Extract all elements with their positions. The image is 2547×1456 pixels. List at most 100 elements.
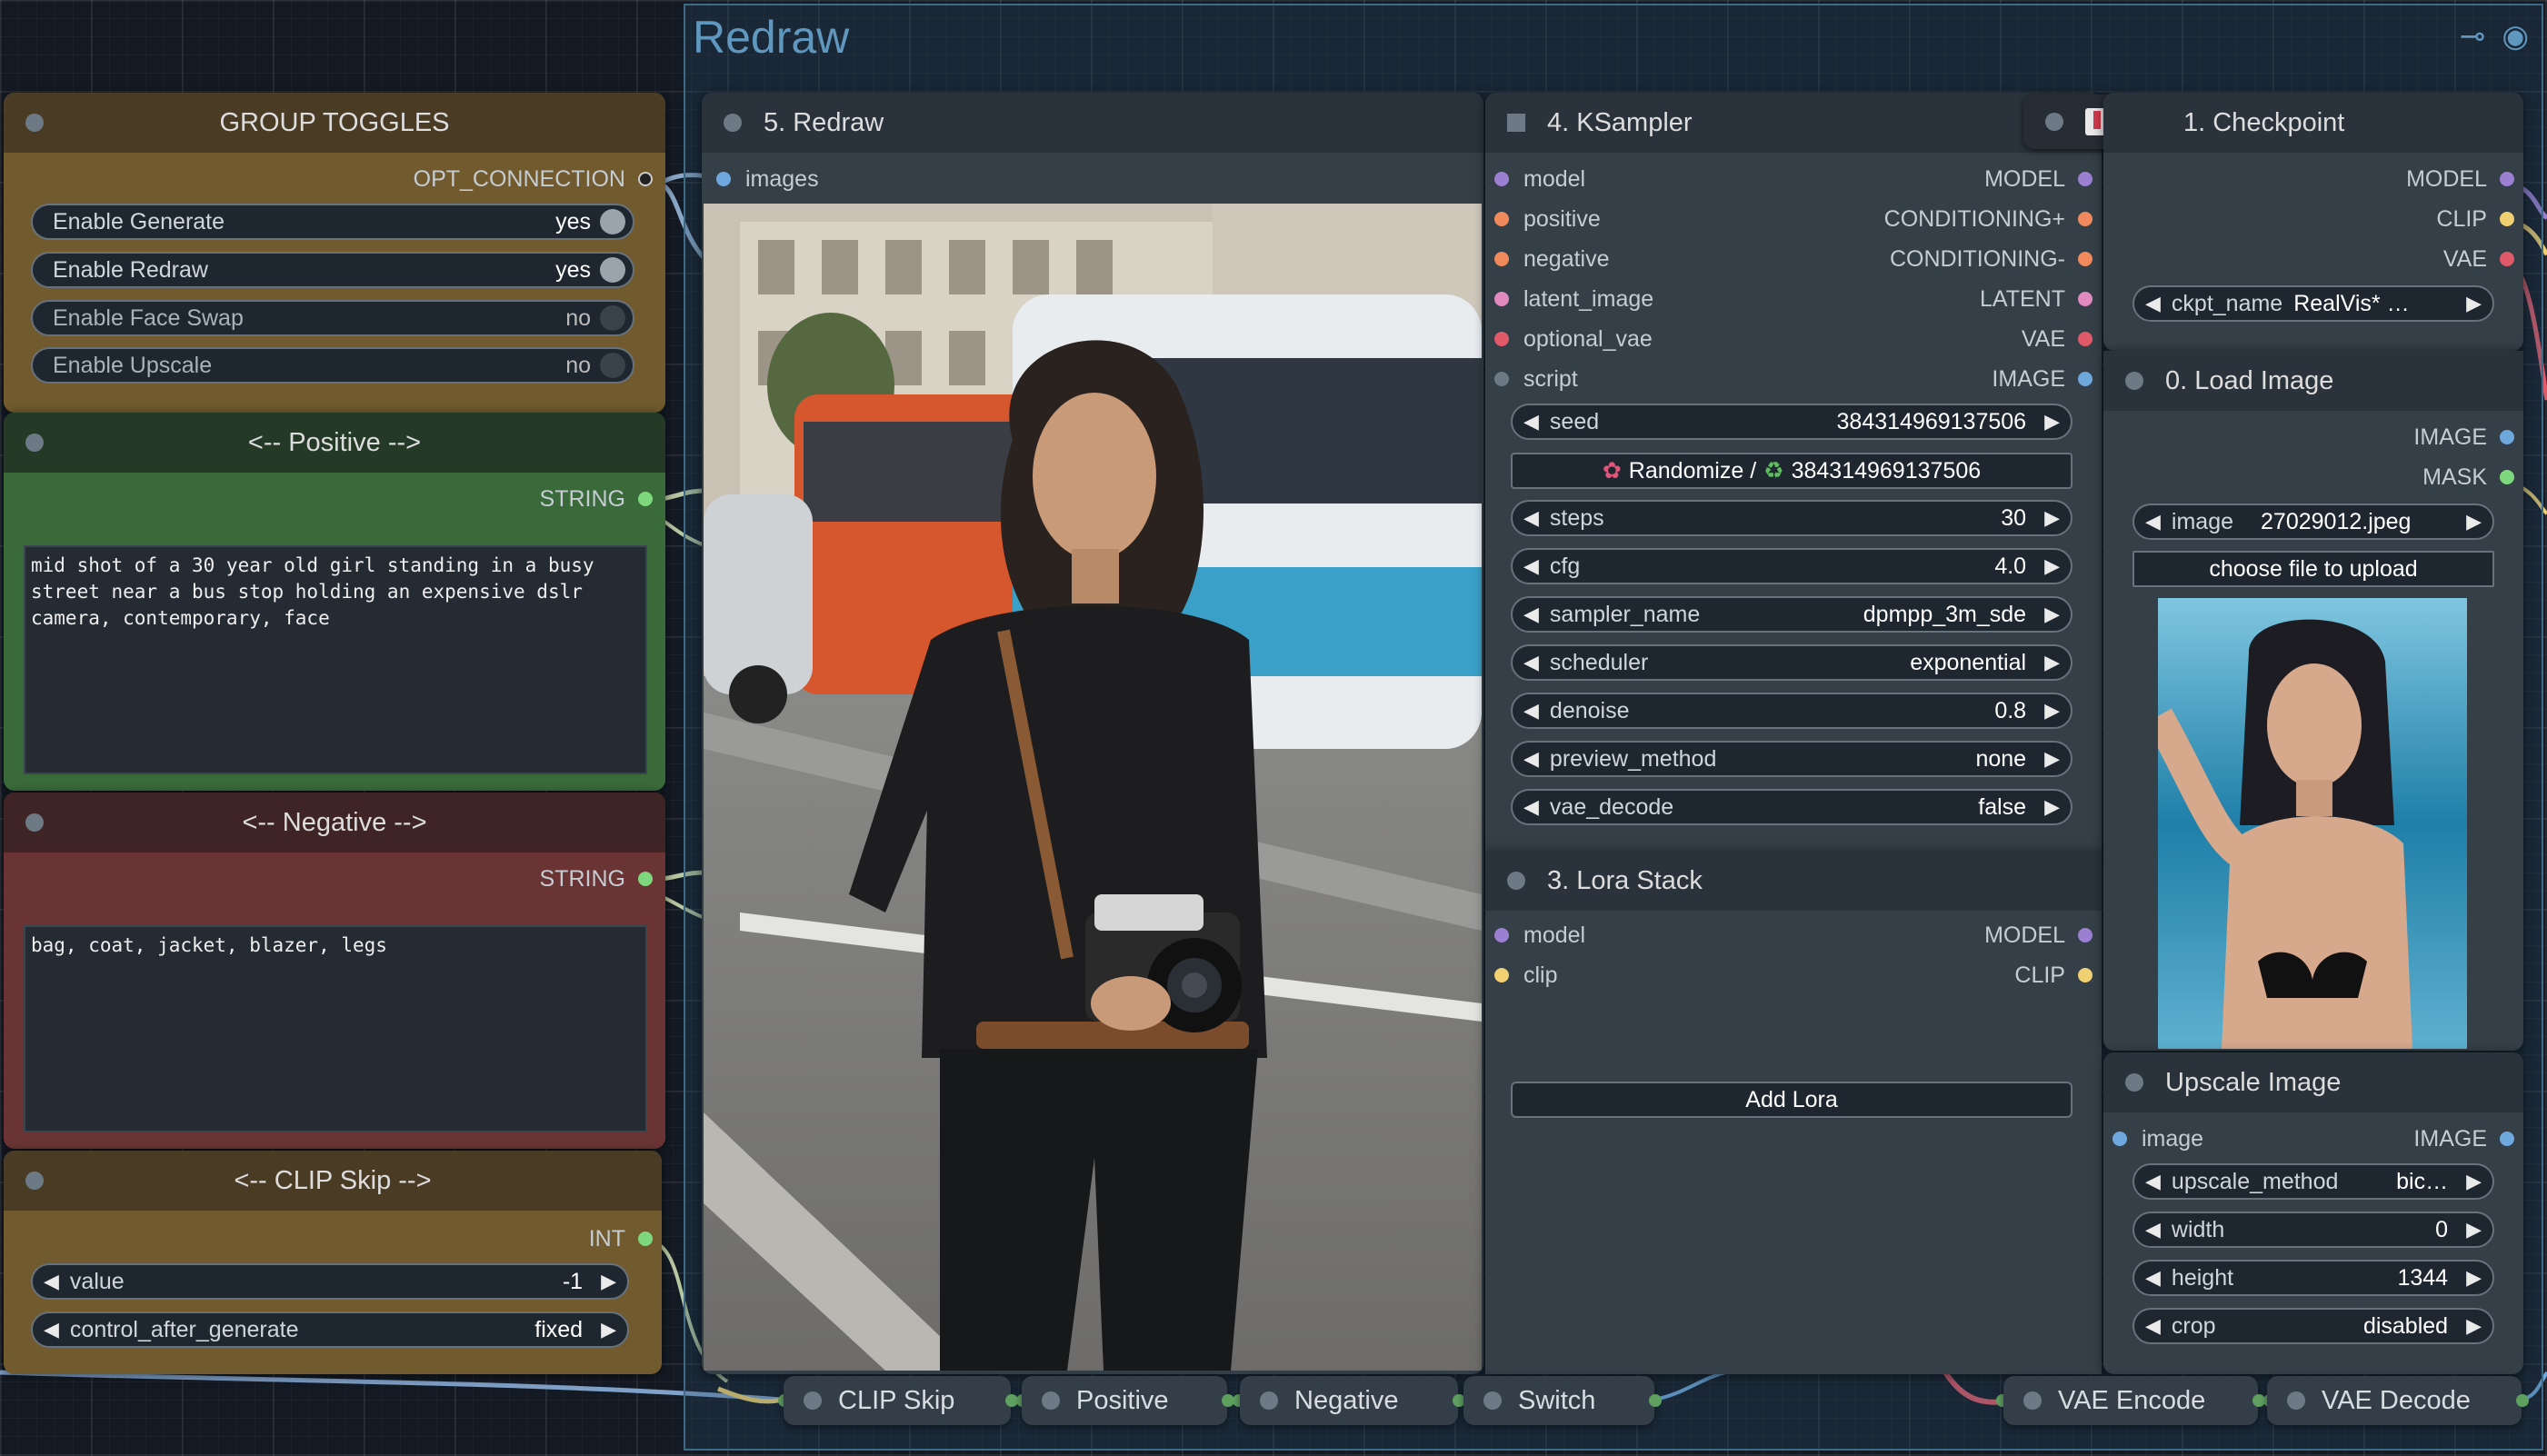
input-slot-optional-vae[interactable]: optional_vae bbox=[1494, 325, 1653, 353]
eye-icon[interactable]: ◉ bbox=[2502, 18, 2529, 55]
slot-dot[interactable] bbox=[1494, 252, 1509, 266]
output-slot-vae[interactable]: VAE bbox=[2022, 325, 2093, 353]
input-slot-model[interactable]: model bbox=[1494, 922, 1585, 949]
toggle-knob[interactable] bbox=[600, 209, 625, 234]
collapse-square[interactable] bbox=[1507, 114, 1525, 132]
sampler-name-widget[interactable]: ◀ sampler_name dpmpp_3m_sde ▶ bbox=[1511, 596, 2073, 633]
increment-arrow-icon[interactable]: ▶ bbox=[2033, 795, 2071, 819]
collapse-dot[interactable] bbox=[2023, 1391, 2042, 1410]
input-slot-latent-image[interactable]: latent_image bbox=[1494, 285, 1653, 313]
input-slot-images[interactable]: images bbox=[716, 165, 819, 193]
slot-dot[interactable] bbox=[2500, 212, 2514, 226]
slot-dot[interactable] bbox=[1494, 372, 1509, 386]
slot-dot[interactable] bbox=[1494, 292, 1509, 306]
slot-dot[interactable] bbox=[638, 172, 653, 186]
slot-dot[interactable] bbox=[2078, 252, 2093, 266]
collapsed-node-vae-encode[interactable]: VAE Encode bbox=[2003, 1376, 2258, 1425]
node-header[interactable]: <-- Positive --> bbox=[4, 413, 665, 473]
slot-dot[interactable] bbox=[1494, 172, 1509, 186]
collapse-dot[interactable] bbox=[1507, 872, 1525, 890]
slot-dot[interactable] bbox=[1494, 332, 1509, 346]
increment-arrow-icon[interactable]: ▶ bbox=[2033, 699, 2071, 723]
collapse-dot[interactable] bbox=[2287, 1391, 2305, 1410]
output-slot-mask[interactable]: MASK bbox=[2422, 464, 2514, 491]
slot-dot[interactable] bbox=[2078, 332, 2093, 346]
slot-dot[interactable] bbox=[2078, 292, 2093, 306]
increment-arrow-icon[interactable]: ▶ bbox=[2455, 1170, 2492, 1193]
output-slot-model[interactable]: MODEL bbox=[1984, 922, 2093, 949]
output-slot-image[interactable]: IMAGE bbox=[1992, 365, 2093, 393]
choose-file-button[interactable]: choose file to upload bbox=[2132, 551, 2494, 587]
slot-dot[interactable] bbox=[2078, 928, 2093, 942]
output-slot-model[interactable]: MODEL bbox=[2406, 165, 2514, 193]
decrement-arrow-icon[interactable]: ◀ bbox=[1513, 651, 1550, 674]
increment-arrow-icon[interactable]: ▶ bbox=[590, 1318, 627, 1341]
toggle-knob[interactable] bbox=[600, 353, 625, 378]
collapse-dot[interactable] bbox=[1260, 1391, 1278, 1410]
collapsed-node-vae-decode[interactable]: VAE Decode bbox=[2267, 1376, 2522, 1425]
slot-dot[interactable] bbox=[2078, 968, 2093, 982]
toggle-knob[interactable] bbox=[600, 257, 625, 283]
toggle-enable-redraw[interactable]: Enable Redraw yes bbox=[31, 252, 634, 288]
node-positive[interactable]: <-- Positive --> STRING mid shot of a 30… bbox=[4, 413, 665, 791]
image-select-widget[interactable]: ◀ image 27029012.jpeg ▶ bbox=[2132, 504, 2494, 540]
node-header[interactable]: 3. Lora Stack bbox=[1485, 851, 2102, 911]
increment-arrow-icon[interactable]: ▶ bbox=[2033, 506, 2071, 530]
cfg-widget[interactable]: ◀ cfg 4.0 ▶ bbox=[1511, 548, 2073, 584]
slot-dot[interactable] bbox=[2500, 252, 2514, 266]
toggle-enable-upscale[interactable]: Enable Upscale no bbox=[31, 347, 634, 384]
output-slot-conditioning-plus[interactable]: CONDITIONING+ bbox=[1884, 205, 2093, 233]
node-clip-skip[interactable]: <-- CLIP Skip --> INT ◀ value -1 ▶ ◀ con… bbox=[4, 1151, 662, 1374]
slot-dot[interactable] bbox=[638, 492, 653, 506]
collapsed-node-negative[interactable]: Negative bbox=[1240, 1376, 1458, 1425]
slot-dot[interactable] bbox=[1494, 928, 1509, 942]
preview-method-widget[interactable]: ◀ preview_method none ▶ bbox=[1511, 741, 2073, 777]
decrement-arrow-icon[interactable]: ◀ bbox=[1513, 747, 1550, 771]
decrement-arrow-icon[interactable]: ◀ bbox=[2134, 1314, 2172, 1338]
decrement-arrow-icon[interactable]: ◀ bbox=[33, 1318, 70, 1341]
output-slot-vae[interactable]: VAE bbox=[2443, 245, 2514, 273]
height-widget[interactable]: ◀ height 1344 ▶ bbox=[2132, 1260, 2494, 1296]
link-dot[interactable] bbox=[2516, 1394, 2529, 1407]
slot-dot[interactable] bbox=[2500, 470, 2514, 484]
increment-arrow-icon[interactable]: ▶ bbox=[2033, 651, 2071, 674]
node-header[interactable]: 1. Checkpoint bbox=[2103, 93, 2523, 153]
collapsed-node-positive[interactable]: Positive bbox=[1022, 1376, 1227, 1425]
link-dot[interactable] bbox=[1649, 1394, 1662, 1407]
node-negative[interactable]: <-- Negative --> STRING bag, coat, jacke… bbox=[4, 793, 665, 1149]
node-header[interactable]: GROUP TOGGLES bbox=[4, 93, 665, 153]
slot-dot[interactable] bbox=[2078, 372, 2093, 386]
decrement-arrow-icon[interactable]: ◀ bbox=[1513, 795, 1550, 819]
negative-prompt-textarea[interactable]: bag, coat, jacket, blazer, legs bbox=[24, 925, 647, 1132]
output-slot-clip[interactable]: CLIP bbox=[2436, 205, 2514, 233]
slot-dot[interactable] bbox=[638, 872, 653, 886]
increment-arrow-icon[interactable]: ▶ bbox=[2033, 747, 2071, 771]
node-checkpoint[interactable]: 1. Checkpoint MODEL CLIP VAE ◀ ckpt_name… bbox=[2103, 93, 2523, 351]
output-slot-string[interactable]: STRING bbox=[540, 485, 653, 513]
node-group-toggles[interactable]: GROUP TOGGLES OPT_CONNECTION Enable Gene… bbox=[4, 93, 665, 413]
vae-decode-widget[interactable]: ◀ vae_decode false ▶ bbox=[1511, 789, 2073, 825]
node-load-image[interactable]: 0. Load Image IMAGE MASK ◀ image 2702901… bbox=[2103, 351, 2523, 1051]
slot-dot[interactable] bbox=[2500, 430, 2514, 444]
input-slot-model[interactable]: model bbox=[1494, 165, 1585, 193]
control-after-generate-widget[interactable]: ◀ control_after_generate fixed ▶ bbox=[31, 1311, 629, 1348]
upscale-method-widget[interactable]: ◀ upscale_method bic… ▶ bbox=[2132, 1163, 2494, 1200]
increment-arrow-icon[interactable]: ▶ bbox=[2455, 1218, 2492, 1242]
decrement-arrow-icon[interactable]: ◀ bbox=[2134, 510, 2172, 534]
increment-arrow-icon[interactable]: ▶ bbox=[2455, 510, 2492, 534]
collapse-dot[interactable] bbox=[724, 114, 742, 132]
width-widget[interactable]: ◀ width 0 ▶ bbox=[2132, 1212, 2494, 1248]
input-slot-negative[interactable]: negative bbox=[1494, 245, 1610, 273]
slot-dot[interactable] bbox=[2078, 212, 2093, 226]
decrement-arrow-icon[interactable]: ◀ bbox=[2134, 1170, 2172, 1193]
increment-arrow-icon[interactable]: ▶ bbox=[2455, 1314, 2492, 1338]
collapsed-node-switch[interactable]: Switch bbox=[1463, 1376, 1654, 1425]
slot-dot[interactable] bbox=[2500, 172, 2514, 186]
output-slot-model[interactable]: MODEL bbox=[1984, 165, 2093, 193]
output-slot-image[interactable]: IMAGE bbox=[2413, 424, 2514, 451]
output-slot-string[interactable]: STRING bbox=[540, 865, 653, 893]
decrement-arrow-icon[interactable]: ◀ bbox=[1513, 506, 1550, 530]
input-slot-script[interactable]: script bbox=[1494, 365, 1578, 393]
slot-dot[interactable] bbox=[638, 1232, 653, 1246]
add-lora-button[interactable]: Add Lora bbox=[1511, 1082, 2073, 1118]
